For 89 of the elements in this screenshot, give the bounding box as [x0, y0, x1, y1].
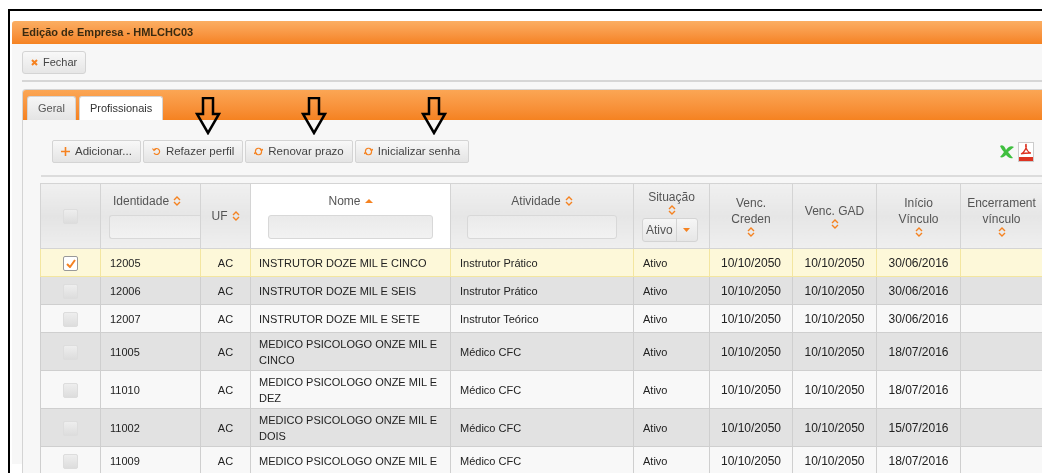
table-cell: 12006 [100, 276, 201, 305]
column-label: Encerrament vínculo [966, 195, 1037, 227]
close-icon [31, 59, 38, 66]
table-cell: 12007 [100, 304, 201, 333]
tab[interactable]: Profissionais [78, 96, 164, 120]
table-cell: 10/10/2050 [709, 408, 793, 447]
table-cell: MEDICO PSICOLOGO ONZE MIL E DOIS [250, 408, 451, 447]
table-cell: Ativo [633, 408, 710, 447]
down-arrow-icon [421, 97, 447, 135]
table-cell: Ativo [633, 370, 710, 409]
table-cell: 15/07/2016 [876, 408, 961, 447]
table-cell: AC [200, 248, 251, 277]
table-cell: Instrutor Prático [450, 248, 634, 277]
table-cell: 10/10/2050 [709, 370, 793, 409]
table-cell: 10/10/2050 [709, 276, 793, 305]
table-cell: INSTRUTOR DOZE MIL E SEIS [250, 276, 451, 305]
column-label: Identidade [113, 193, 170, 209]
column-label: UF [211, 208, 228, 224]
close-button[interactable]: Fechar [22, 51, 87, 74]
toolbar-button[interactable]: Inicializar senha [354, 140, 470, 163]
table-cell: AC [200, 370, 251, 409]
table-cell: Ativo [633, 276, 710, 305]
refresh-icon [254, 147, 264, 156]
column-label: Venc. GAD [804, 203, 865, 219]
table-cell: AC [200, 304, 251, 333]
plus-icon [61, 147, 70, 156]
column-label: Venc. Creden [730, 195, 772, 227]
sort-icon[interactable] [231, 211, 240, 221]
filter-dropdown[interactable]: Ativo [642, 218, 698, 242]
column-label: Atividade [511, 193, 561, 209]
sort-icon[interactable] [914, 227, 923, 237]
table-cell: 11010 [100, 370, 201, 409]
table-cell: AC [200, 408, 251, 447]
filter-field[interactable] [268, 215, 433, 239]
sort-icon[interactable] [747, 227, 755, 237]
window-title: Edição de Empresa - HMLCHC03 [22, 25, 194, 41]
down-arrow-icon [301, 97, 327, 135]
table-cell: 10/10/2050 [792, 408, 877, 447]
table-cell: 30/06/2016 [876, 248, 961, 277]
table-cell: Médico CFC [450, 408, 634, 447]
table-cell: 30/06/2016 [876, 276, 961, 305]
sort-icon[interactable] [997, 227, 1006, 237]
table-cell: 10/10/2050 [792, 304, 877, 333]
table-cell: Médico CFC [450, 332, 634, 371]
table-cell: Ativo [633, 248, 710, 277]
table-cell: Instrutor Prático [450, 276, 634, 305]
table-cell: Ativo [633, 332, 710, 371]
table-cell: 18/07/2016 [876, 332, 961, 371]
refresh-icon [363, 147, 373, 156]
table-cell: 10/10/2050 [792, 332, 877, 371]
toolbar-button[interactable]: Renovar prazo [245, 140, 353, 163]
checkbox[interactable] [63, 255, 78, 271]
column-label: Nome [328, 193, 361, 209]
redo-icon [151, 147, 161, 156]
table-cell: INSTRUTOR DOZE MIL E CINCO [250, 248, 451, 277]
table-cell: AC [200, 332, 251, 371]
sort-icon[interactable] [173, 196, 182, 206]
sort-icon[interactable] [667, 205, 676, 215]
sort-icon[interactable] [830, 219, 839, 229]
filter-field[interactable] [467, 215, 617, 239]
table-cell: MEDICO PSICOLOGO ONZE MIL E DEZ [250, 370, 451, 409]
table-cell: 10/10/2050 [709, 304, 793, 333]
table-cell: 11002 [100, 408, 201, 447]
table-cell: MEDICO PSICOLOGO ONZE MIL E CINCO [250, 332, 451, 371]
table-cell: 10/10/2050 [792, 276, 877, 305]
table-cell: 10/10/2050 [792, 370, 877, 409]
tab[interactable]: Geral [27, 96, 76, 120]
table-cell: AC [200, 276, 251, 305]
table-cell: 12005 [100, 248, 201, 277]
table-cell: 10/10/2050 [709, 248, 793, 277]
toolbar-button[interactable]: Refazer perfil [142, 140, 244, 163]
check-icon [65, 258, 76, 268]
table-cell: Ativo [633, 304, 710, 333]
pdf-icon[interactable] [1018, 141, 1034, 162]
table-cell: Médico CFC [450, 370, 634, 409]
table-cell: 18/07/2016 [876, 370, 961, 409]
sort-ascending-icon[interactable] [364, 199, 373, 203]
toolbar-button[interactable]: Adicionar... [52, 140, 141, 163]
column-label: Início Vínculo [897, 195, 940, 227]
table-cell: INSTRUTOR DOZE MIL E SETE [250, 304, 451, 333]
table-cell: 30/06/2016 [876, 304, 961, 333]
table-cell: Instrutor Teórico [450, 304, 634, 333]
table-cell: 11005 [100, 332, 201, 371]
column-label: Situação [648, 190, 695, 205]
caret-icon[interactable] [683, 228, 691, 232]
down-arrow-icon [195, 97, 221, 135]
sort-icon[interactable] [564, 196, 573, 206]
table-cell: 10/10/2050 [792, 248, 877, 277]
table-cell: 10/10/2050 [709, 332, 793, 371]
